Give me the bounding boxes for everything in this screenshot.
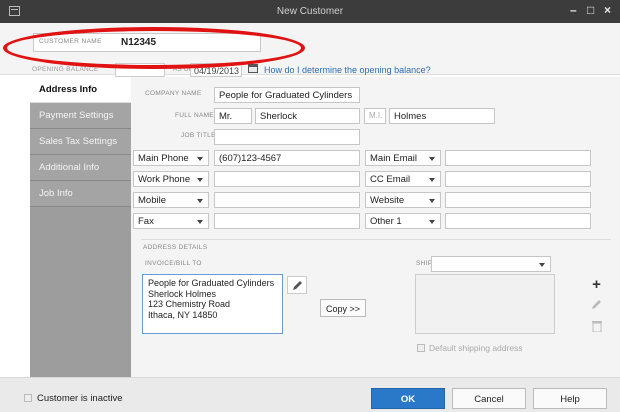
salutation-input[interactable]: Mr. bbox=[214, 108, 252, 124]
contact-type-select-6[interactable]: CC Email bbox=[365, 171, 441, 187]
tab-payment-settings[interactable]: Payment Settings bbox=[30, 103, 131, 129]
contact-type-label: Mobile bbox=[138, 195, 166, 206]
job-title-label: JOB TITLE bbox=[181, 132, 216, 139]
address-details-heading: ADDRESS DETAILS bbox=[143, 244, 208, 251]
chevron-down-icon bbox=[429, 220, 435, 224]
highlight-ellipse bbox=[3, 27, 305, 69]
bill-to-line: Ithaca, NY 14850 bbox=[148, 309, 218, 320]
first-name-input[interactable]: Sherlock bbox=[255, 108, 360, 124]
contact-type-select-7[interactable]: Website bbox=[365, 192, 441, 208]
divider bbox=[141, 239, 611, 240]
customer-inactive-label: Customer is inactive bbox=[37, 393, 123, 404]
tab-job-info[interactable]: Job Info bbox=[30, 181, 131, 207]
chevron-down-icon bbox=[197, 199, 203, 203]
tab-sales-tax-settings[interactable]: Sales Tax Settings bbox=[30, 129, 131, 155]
other-1-input[interactable] bbox=[445, 213, 591, 229]
minimize-button[interactable]: – bbox=[570, 3, 577, 17]
copy-address-button[interactable]: Copy >> bbox=[320, 299, 366, 317]
contact-type-select-8[interactable]: Other 1 bbox=[365, 213, 441, 229]
window-title: New Customer bbox=[276, 6, 344, 17]
chevron-down-icon bbox=[539, 263, 545, 267]
bill-to-address-box[interactable]: People for Graduated Cylinders Sherlock … bbox=[142, 274, 283, 334]
help-button[interactable]: Help bbox=[533, 388, 607, 409]
sidebar: Address Info Payment Settings Sales Tax … bbox=[30, 77, 131, 377]
contact-type-select-1[interactable]: Main Phone bbox=[133, 150, 209, 166]
contact-type-select-2[interactable]: Work Phone bbox=[133, 171, 209, 187]
opening-balance-label: OPENING BALANCE bbox=[32, 66, 99, 73]
ship-to-select[interactable] bbox=[431, 256, 551, 272]
website-input[interactable] bbox=[445, 192, 591, 208]
chevron-down-icon bbox=[429, 178, 435, 182]
address-info-panel: COMPANY NAME People for Graduated Cylind… bbox=[131, 77, 620, 377]
default-shipping-checkbox[interactable] bbox=[417, 344, 425, 352]
chevron-down-icon bbox=[429, 157, 435, 161]
chevron-down-icon bbox=[429, 199, 435, 203]
title-bar: New Customer – □ × bbox=[0, 0, 620, 23]
contact-type-select-3[interactable]: Mobile bbox=[133, 192, 209, 208]
cancel-button[interactable]: Cancel bbox=[452, 388, 526, 409]
contact-type-select-4[interactable]: Fax bbox=[133, 213, 209, 229]
main-email-input[interactable] bbox=[445, 150, 591, 166]
main-phone-input[interactable]: (607)123-4567 bbox=[214, 150, 360, 166]
maximize-button[interactable]: □ bbox=[587, 3, 594, 17]
opening-balance-help-link[interactable]: How do I determine the opening balance? bbox=[264, 65, 431, 75]
footer-bar: Customer is inactive OK Cancel Help bbox=[0, 377, 620, 412]
chevron-down-icon bbox=[197, 157, 203, 161]
contact-type-label: Website bbox=[370, 195, 405, 206]
edit-ship-address-icon[interactable] bbox=[589, 298, 604, 313]
contact-type-label: Fax bbox=[138, 216, 154, 227]
calendar-icon[interactable] bbox=[248, 64, 258, 73]
close-button[interactable]: × bbox=[604, 3, 611, 17]
customer-inactive-checkbox[interactable] bbox=[24, 394, 32, 402]
contact-type-label: CC Email bbox=[370, 174, 411, 185]
contact-type-label: Main Email bbox=[370, 153, 417, 164]
mobile-input[interactable] bbox=[214, 192, 360, 208]
bill-to-label: INVOICE/BILL TO bbox=[145, 260, 202, 267]
bill-to-line: 123 Chemistry Road bbox=[148, 299, 231, 309]
work-phone-input[interactable] bbox=[214, 171, 360, 187]
edit-bill-to-button[interactable] bbox=[287, 276, 307, 294]
contact-type-label: Main Phone bbox=[138, 153, 189, 164]
contact-type-select-5[interactable]: Main Email bbox=[365, 150, 441, 166]
default-shipping-label: Default shipping address bbox=[429, 343, 523, 353]
job-title-input[interactable] bbox=[214, 129, 360, 145]
ship-to-address-box[interactable] bbox=[415, 274, 555, 334]
tab-address-info[interactable]: Address Info bbox=[30, 77, 131, 103]
chevron-down-icon bbox=[197, 178, 203, 182]
full-name-label: FULL NAME bbox=[175, 112, 214, 119]
delete-ship-address-icon[interactable] bbox=[589, 320, 604, 335]
add-ship-address-icon[interactable]: + bbox=[589, 276, 604, 293]
last-name-input[interactable]: Holmes bbox=[389, 108, 495, 124]
ok-button[interactable]: OK bbox=[371, 388, 445, 409]
contact-type-label: Work Phone bbox=[138, 174, 191, 185]
company-name-label: COMPANY NAME bbox=[145, 90, 202, 97]
tab-additional-info[interactable]: Additional Info bbox=[30, 155, 131, 181]
cc-email-input[interactable] bbox=[445, 171, 591, 187]
bill-to-line: People for Graduated Cylinders bbox=[148, 278, 275, 288]
fax-input[interactable] bbox=[214, 213, 360, 229]
company-name-input[interactable]: People for Graduated Cylinders bbox=[214, 87, 360, 103]
bill-to-line: Sherlock Holmes bbox=[148, 288, 217, 299]
chevron-down-icon bbox=[197, 220, 203, 224]
middle-initial-input[interactable]: M.I. bbox=[364, 108, 386, 124]
pencil-icon bbox=[293, 281, 302, 290]
contact-type-label: Other 1 bbox=[370, 216, 402, 227]
